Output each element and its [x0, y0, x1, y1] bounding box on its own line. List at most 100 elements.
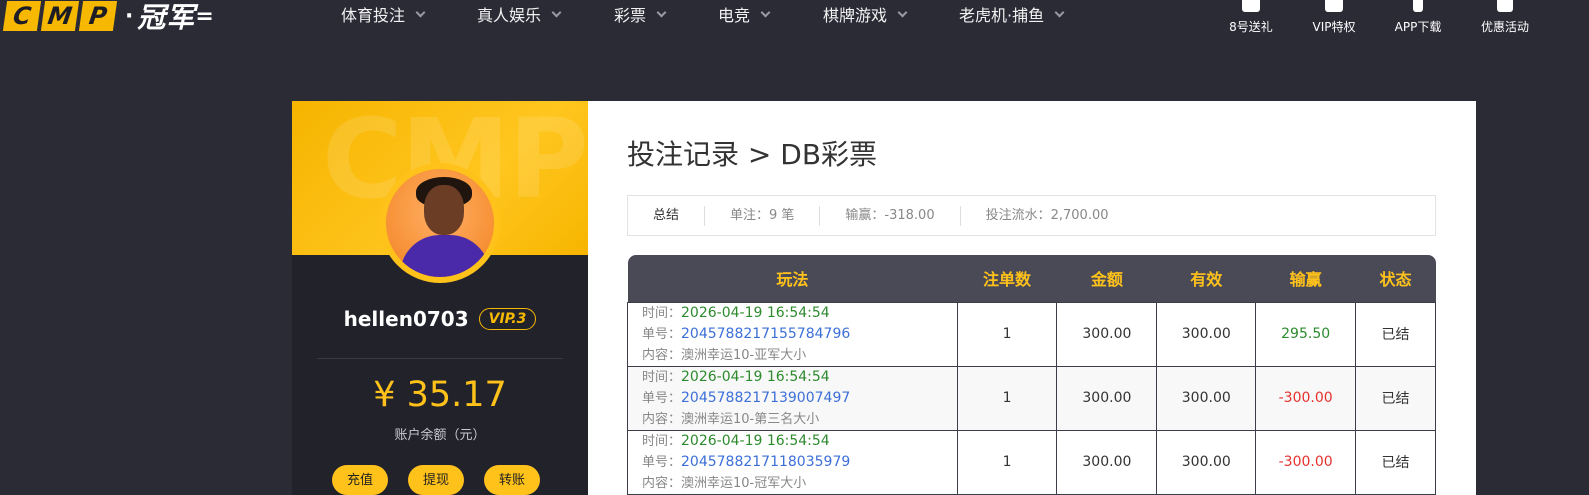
bet-info: 时间：2026-04-19 16:54:54 单号：20457882171557…: [627, 301, 958, 367]
username-row: hellen0703 VIP.3: [292, 307, 588, 331]
chevron-down-icon: [415, 7, 426, 17]
quick-gift[interactable]: 8号送礼: [1216, 0, 1286, 35]
bet-amount: 300.00: [1056, 365, 1158, 431]
nav-label: 老虎机·捕鱼: [959, 6, 1045, 25]
bet-status: 已结: [1355, 365, 1436, 431]
grid-icon: [1497, 0, 1513, 12]
table-row[interactable]: 时间：2026-04-19 16:54:54 单号：20457882171390…: [627, 365, 1436, 431]
nav-slots-fishing[interactable]: 老虎机·捕鱼: [959, 2, 1065, 26]
chevron-down-icon: [760, 7, 771, 17]
logo-letter-m: M: [40, 1, 80, 31]
content-label: 内容：: [642, 475, 682, 491]
quick-label: 8号送礼: [1229, 20, 1273, 34]
divider: [317, 358, 563, 359]
phone-icon: [1413, 0, 1423, 12]
nav-label: 棋牌游戏: [823, 6, 888, 25]
crown-icon: [1325, 0, 1343, 12]
logo[interactable]: C M P · 冠军 =: [2, 0, 214, 34]
table-row[interactable]: 时间：2026-04-19 16:54:54 单号：20457882171180…: [627, 429, 1436, 495]
bet-status: 已结: [1355, 429, 1436, 495]
header-amount: 金额: [1056, 255, 1157, 302]
bet-result: 295.50: [1255, 301, 1357, 367]
header-game: 玩法: [627, 255, 958, 302]
bet-status: 已结: [1355, 301, 1436, 367]
bet-result: -300.00: [1255, 365, 1357, 431]
bet-id-link[interactable]: 2045788217139007497: [681, 390, 850, 406]
avatar-shirt: [400, 235, 490, 277]
nav-live-casino[interactable]: 真人娱乐: [477, 2, 562, 26]
bet-table: 玩法 注单数 金额 有效 输赢 状态 时间：2026-04-19 16:54:5…: [627, 255, 1436, 495]
bet-time: 2026-04-19 16:54:54: [681, 304, 830, 321]
bet-content: 澳洲幸运10-冠军大小: [681, 475, 807, 491]
summary-bar: 总结 单注：9 笔 输赢：-318.00 投注流水：2,700.00: [627, 195, 1436, 236]
bet-table-wrap: 玩法 注单数 金额 有效 输赢 状态 时间：2026-04-19 16:54:5…: [627, 255, 1436, 495]
table-row[interactable]: 时间：2026-04-19 16:54:54 单号：20457882171557…: [627, 301, 1436, 367]
transfer-button[interactable]: 转账: [484, 465, 540, 495]
withdraw-button[interactable]: 提现: [408, 465, 464, 495]
nav-label: 真人娱乐: [477, 6, 542, 25]
logo-letter-p: P: [78, 1, 118, 31]
logo-letter-c: C: [2, 1, 42, 31]
account-balance: ¥ 35.17: [373, 375, 507, 415]
user-panel: CMP hellen0703 VIP.3 ¥ 35.17 账户余额（元） 充值 …: [292, 101, 588, 495]
bet-time: 2026-04-19 16:54:54: [681, 368, 830, 385]
summary-label: 总结: [628, 205, 706, 226]
top-bar: C M P · 冠军 = 体育投注 真人娱乐 彩票 电竞 棋牌游戏 老虎机·捕鱼…: [0, 0, 1589, 40]
nav-esports[interactable]: 电竞: [718, 2, 771, 26]
quick-promotions[interactable]: 优惠活动: [1470, 0, 1540, 35]
vip-badge[interactable]: VIP.3: [478, 308, 537, 330]
bet-content: 澳洲幸运10-第三名大小: [681, 411, 820, 427]
nav-sports[interactable]: 体育投注: [341, 2, 426, 26]
nav-lottery[interactable]: 彩票: [614, 2, 667, 26]
time-label: 时间：: [642, 369, 682, 385]
chevron-down-icon: [897, 7, 908, 17]
gift-icon: [1242, 0, 1260, 12]
username: hellen0703: [343, 307, 469, 331]
chevron-down-icon: [551, 7, 562, 17]
table-header-row: 玩法 注单数 金额 有效 输赢 状态: [627, 255, 1436, 302]
page-title: 投注记录 > DB彩票: [627, 138, 878, 171]
account-balance-label: 账户余额（元）: [394, 428, 486, 443]
header-result: 输赢: [1255, 255, 1356, 302]
avatar-face: [424, 185, 464, 235]
summary-profit: 输赢：-318.00: [820, 205, 961, 226]
avatar[interactable]: [380, 163, 500, 283]
content-label: 内容：: [642, 411, 682, 427]
bet-count: 1: [956, 429, 1058, 495]
quick-label: APP下载: [1394, 20, 1442, 34]
nav-card-games[interactable]: 棋牌游戏: [823, 2, 908, 26]
bet-content: 澳洲幸运10-亚军大小: [681, 347, 807, 363]
id-label: 单号：: [642, 390, 682, 406]
nav-label: 彩票: [614, 6, 647, 25]
content-label: 内容：: [642, 347, 682, 363]
quick-label: VIP特权: [1312, 20, 1356, 34]
quick-app-download[interactable]: APP下载: [1383, 0, 1453, 35]
summary-turnover: 投注流水：2,700.00: [985, 207, 1109, 223]
id-label: 单号：: [642, 454, 682, 470]
header-count: 注单数: [957, 255, 1057, 302]
header-status: 状态: [1355, 255, 1436, 302]
bet-count: 1: [956, 301, 1058, 367]
summary-count: 单注：9 笔: [705, 205, 821, 226]
bet-time: 2026-04-19 16:54:54: [681, 432, 830, 449]
bet-id-link[interactable]: 2045788217118035979: [681, 454, 850, 470]
bet-info: 时间：2026-04-19 16:54:54 单号：20457882171390…: [627, 365, 958, 431]
quick-label: 优惠活动: [1480, 20, 1529, 34]
bet-valid: 300.00: [1156, 301, 1257, 367]
bet-amount: 300.00: [1056, 301, 1158, 367]
bet-records-panel: 投注记录 > DB彩票 总结 单注：9 笔 输赢：-318.00 投注流水：2,…: [588, 101, 1476, 495]
bet-info: 时间：2026-04-19 16:54:54 单号：20457882171180…: [627, 429, 958, 495]
quick-vip[interactable]: VIP特权: [1299, 0, 1369, 35]
bet-id-link[interactable]: 2045788217155784796: [681, 326, 850, 342]
id-label: 单号：: [642, 326, 682, 342]
nav-label: 电竞: [718, 6, 751, 25]
bet-valid: 300.00: [1156, 429, 1257, 495]
logo-separator: ·: [125, 3, 134, 29]
time-label: 时间：: [642, 433, 682, 449]
deposit-button[interactable]: 充值: [332, 465, 388, 495]
logo-suffix: =: [195, 3, 214, 29]
chevron-down-icon: [1054, 7, 1065, 17]
bet-count: 1: [956, 365, 1058, 431]
logo-text: 冠军: [137, 1, 196, 34]
nav-label: 体育投注: [341, 6, 406, 25]
